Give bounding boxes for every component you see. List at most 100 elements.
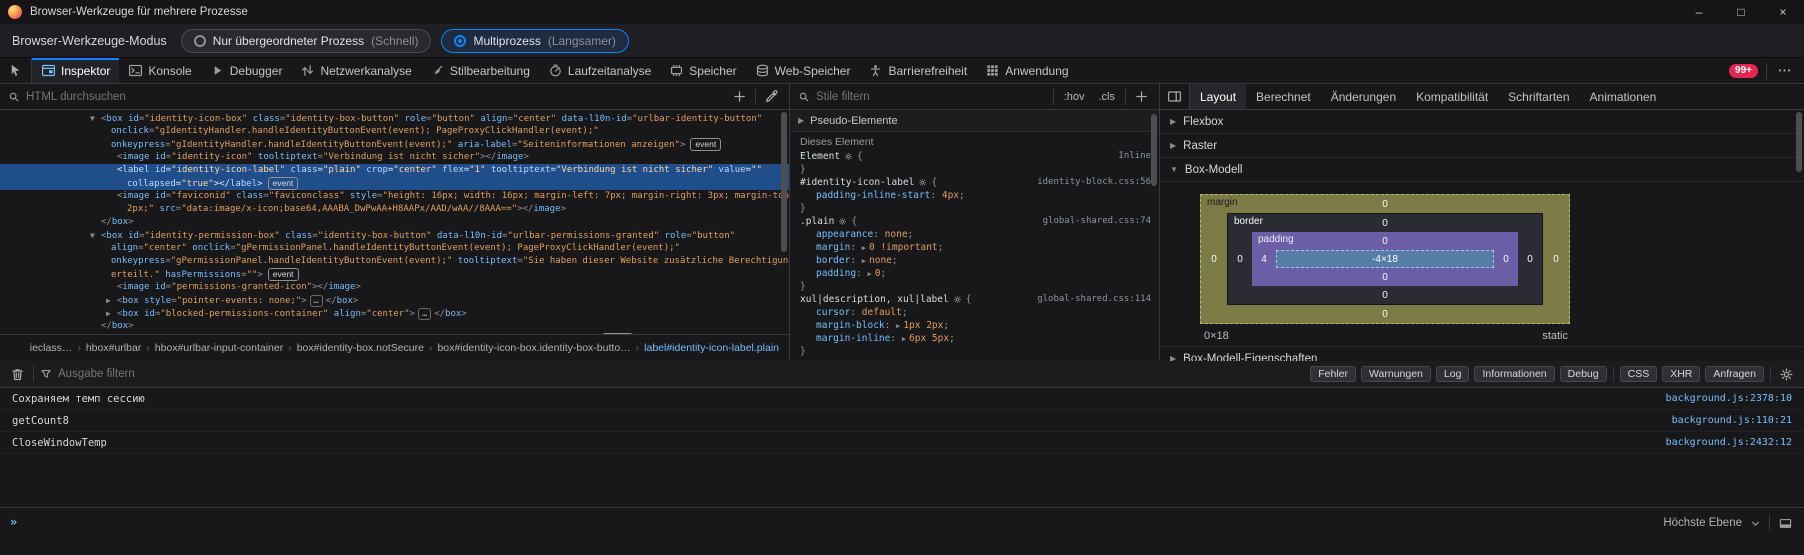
console-input-row[interactable]: » Höchste Ebene bbox=[0, 507, 1804, 555]
console-location-link[interactable]: background.js:110:21 bbox=[1672, 415, 1792, 426]
markup-line[interactable]: 2px;" src="data:image/x-icon;base64,AAAB… bbox=[0, 203, 789, 216]
console-filter-warnungen[interactable]: Warnungen bbox=[1361, 366, 1431, 382]
style-filter-input[interactable] bbox=[816, 91, 1047, 103]
scrollbar-thumb[interactable] bbox=[781, 112, 787, 252]
class-toggle-button[interactable]: .cls bbox=[1095, 90, 1120, 104]
maximize-button[interactable]: □ bbox=[1720, 0, 1762, 24]
sidebar-tab-berechnet[interactable]: Berechnet bbox=[1246, 84, 1321, 109]
markup-line[interactable]: ▶<box style="pointer-events: none;">…</b… bbox=[0, 294, 789, 307]
markup-line[interactable]: <image id="permissions-granted-icon"></i… bbox=[0, 281, 789, 294]
markup-line[interactable]: <label id="identity-icon-label" class="p… bbox=[0, 164, 789, 177]
markup-line[interactable]: ▶<box id="blocked-permissions-container"… bbox=[0, 307, 789, 320]
console-filter-anfragen[interactable]: Anfragen bbox=[1705, 366, 1764, 382]
css-declaration[interactable]: border: ▶none; bbox=[790, 254, 1159, 267]
padding-left-value[interactable]: 4 bbox=[1252, 250, 1276, 268]
rule-source-link[interactable]: identity-block.css:56 bbox=[1037, 176, 1159, 189]
tab-stilbearbeitung[interactable]: Stilbearbeitung bbox=[421, 58, 539, 83]
markup-line[interactable]: onkeypress="gIdentityHandler.handleIdent… bbox=[0, 138, 789, 151]
css-declaration[interactable]: margin-block: ▶1px 2px; bbox=[790, 319, 1159, 332]
breadcrumb-item[interactable]: label#identity-icon-label.plain bbox=[640, 340, 783, 356]
console-settings-button[interactable] bbox=[1777, 367, 1796, 382]
console-filter-css[interactable]: CSS bbox=[1620, 366, 1658, 382]
expand-arrow[interactable]: ▼ bbox=[90, 229, 101, 242]
expand-arrow[interactable]: ▶ bbox=[106, 307, 117, 320]
sidebar-tab-schriftarten[interactable]: Schriftarten bbox=[1498, 84, 1579, 109]
tab-laufzeitanalyse[interactable]: Laufzeitanalyse bbox=[539, 58, 660, 83]
markup-line[interactable]: ▼<box id="identity-icon-box" class="iden… bbox=[0, 112, 789, 125]
event-badge[interactable]: event bbox=[690, 138, 721, 151]
console-filter-fehler[interactable]: Fehler bbox=[1310, 366, 1356, 382]
breadcrumb-item[interactable]: ieclass… bbox=[26, 340, 77, 356]
tab-netzwerkanalyse[interactable]: Netzwerkanalyse bbox=[291, 58, 420, 83]
breadcrumb-item[interactable]: box#identity-box.notSecure bbox=[293, 340, 428, 356]
node-picker-button[interactable] bbox=[0, 58, 32, 83]
margin-top-value[interactable]: 0 bbox=[1382, 199, 1388, 210]
markup-line[interactable]: onclick="gIdentityHandler.handleIdentity… bbox=[0, 125, 789, 138]
margin-right-value[interactable]: 0 bbox=[1543, 213, 1569, 305]
error-count-badge[interactable]: 99+ bbox=[1729, 64, 1758, 78]
scrollbar-thumb[interactable] bbox=[1796, 112, 1802, 172]
sidebar-tab-kompatibilit-t[interactable]: Kompatibilität bbox=[1406, 84, 1498, 109]
margin-bottom-value[interactable]: 0 bbox=[1382, 309, 1388, 320]
pseudo-elements-header[interactable]: ▶ Pseudo-Elemente bbox=[790, 110, 1159, 132]
expand-arrow[interactable]: ▶ bbox=[106, 294, 117, 307]
tab-inspektor[interactable]: Inspektor bbox=[32, 58, 119, 83]
eyedropper-button[interactable] bbox=[762, 89, 781, 104]
box-model-padding[interactable]: padding04-4×1800 bbox=[1252, 232, 1518, 286]
console-location-link[interactable]: background.js:2378:10 bbox=[1666, 393, 1792, 404]
tab-web-speicher[interactable]: Web-Speicher bbox=[746, 58, 860, 83]
pseudo-class-toggle-button[interactable]: :hov bbox=[1060, 90, 1089, 104]
padding-right-value[interactable]: 0 bbox=[1494, 250, 1518, 268]
close-button[interactable]: × bbox=[1762, 0, 1804, 24]
margin-left-value[interactable]: 0 bbox=[1201, 213, 1227, 305]
box-model-properties-header[interactable]: ▶ Box-Modell-Eigenschaften bbox=[1160, 346, 1804, 361]
mode-option[interactable]: Multiprozess(Langsamer) bbox=[441, 29, 628, 53]
css-declaration[interactable]: cursor: default; bbox=[790, 306, 1159, 319]
markup-line[interactable]: erteilt." hasPermissions="">event bbox=[0, 268, 789, 281]
markup-line[interactable]: <image id="faviconid" class="faviconclas… bbox=[0, 190, 789, 203]
minimize-button[interactable]: – bbox=[1678, 0, 1720, 24]
add-rule-button[interactable] bbox=[1132, 89, 1151, 104]
event-badge[interactable]: event bbox=[602, 333, 633, 334]
sidebar-tab--nderungen[interactable]: Änderungen bbox=[1321, 84, 1406, 109]
event-badge[interactable]: event bbox=[268, 177, 299, 190]
add-node-button[interactable] bbox=[730, 89, 749, 104]
mode-option[interactable]: Nur übergeordneter Prozess(Schnell) bbox=[181, 29, 432, 53]
event-badge[interactable]: event bbox=[268, 268, 299, 281]
markup-line[interactable]: ▶<box id="notification-popup-box" class=… bbox=[0, 333, 789, 334]
rule-source-link[interactable]: global-shared.css:114 bbox=[1037, 293, 1159, 306]
rule-source-link[interactable]: global-shared.css:74 bbox=[1043, 215, 1159, 228]
expand-arrow[interactable]: ▶ bbox=[862, 244, 866, 252]
inline-ellipsis-button[interactable]: … bbox=[418, 308, 431, 320]
expand-arrow[interactable]: ▼ bbox=[90, 112, 101, 125]
box-model-content[interactable]: -4×18 bbox=[1276, 250, 1494, 268]
breadcrumb-item[interactable]: hbox#urlbar-input-container bbox=[151, 340, 287, 356]
box-model-margin[interactable]: margin00border00padding04-4×18000000 bbox=[1200, 194, 1570, 324]
border-left-value[interactable]: 0 bbox=[1228, 232, 1252, 286]
markup-line[interactable]: ▼<box id="identity-permission-box" class… bbox=[0, 229, 789, 242]
box-model-border[interactable]: border00padding04-4×180000 bbox=[1227, 213, 1543, 305]
css-selector[interactable]: .plain bbox=[800, 215, 834, 228]
console-filter-xhr[interactable]: XHR bbox=[1662, 366, 1700, 382]
css-declaration[interactable]: margin-inline: ▶6px 5px; bbox=[790, 332, 1159, 345]
console-location-link[interactable]: background.js:2432:12 bbox=[1666, 437, 1792, 448]
border-right-value[interactable]: 0 bbox=[1518, 232, 1542, 286]
console-filter-informationen[interactable]: Informationen bbox=[1474, 366, 1554, 382]
sidebar-tab-layout[interactable]: Layout bbox=[1190, 84, 1246, 109]
console-filter-log[interactable]: Log bbox=[1436, 366, 1470, 382]
padding-bottom-value[interactable]: 0 bbox=[1382, 272, 1388, 283]
tab-anwendung[interactable]: Anwendung bbox=[976, 58, 1077, 83]
padding-top-value[interactable]: 0 bbox=[1382, 236, 1388, 247]
evaluation-context-selector[interactable]: Höchste Ebene bbox=[1663, 517, 1742, 529]
breadcrumb-item[interactable]: box#identity-icon-box.identity-box-butto… bbox=[433, 340, 634, 356]
three-pane-toggle-button[interactable] bbox=[1160, 84, 1190, 109]
tab-konsole[interactable]: Konsole bbox=[119, 58, 200, 83]
markup-line[interactable]: align="center" onclick="gPermissionPanel… bbox=[0, 242, 789, 255]
tab-barrierefreiheit[interactable]: Barrierefreiheit bbox=[859, 58, 976, 83]
css-declaration[interactable]: padding: ▶0; bbox=[790, 267, 1159, 280]
clear-console-button[interactable] bbox=[8, 367, 27, 382]
expand-arrow[interactable]: ▶ bbox=[902, 335, 906, 343]
toolbox-meatball-menu-button[interactable] bbox=[1775, 63, 1794, 78]
expand-arrow[interactable]: ▶ bbox=[90, 333, 101, 334]
expand-arrow[interactable]: ▶ bbox=[862, 257, 866, 265]
